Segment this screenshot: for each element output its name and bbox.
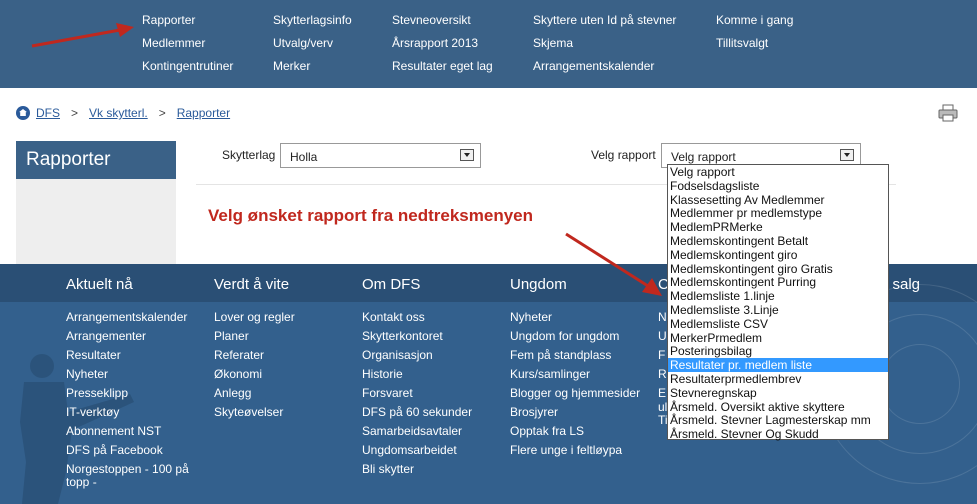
dropdown-option[interactable]: Medlemskontingent Purring [668, 275, 888, 290]
rapport-label: Velg rapport [591, 148, 656, 162]
footer-link[interactable]: topp - [66, 475, 97, 489]
home-icon[interactable] [16, 106, 30, 120]
footer-link[interactable]: Kurs/samlinger [510, 367, 590, 381]
footer-link[interactable]: R [658, 367, 667, 381]
dropdown-option[interactable]: MerkerPrmedlem [668, 331, 888, 345]
nav-tillitsvalgt[interactable]: Tillitsvalgt [716, 36, 768, 50]
nav-utvalg-verv[interactable]: Utvalg/verv [273, 36, 333, 50]
footer-link[interactable]: Organisasjon [362, 348, 433, 362]
footer-link[interactable]: Økonomi [214, 367, 262, 381]
nav-kontingentrutiner[interactable]: Kontingentrutiner [142, 59, 233, 73]
nav-arsrapport[interactable]: Årsrapport 2013 [392, 36, 478, 50]
dropdown-option[interactable]: Årsmeld. Stevner Og Skudd [668, 427, 888, 441]
footer-link[interactable]: Ungdom for ungdom [510, 329, 619, 343]
chevron-down-icon[interactable] [460, 149, 474, 161]
footer-link[interactable]: U [658, 329, 667, 343]
chevron-down-icon[interactable] [840, 149, 854, 161]
dropdown-option[interactable]: Resultaterprmedlembrev [668, 372, 888, 386]
footer-link[interactable]: Historie [362, 367, 403, 381]
breadcrumb-separator: > [158, 106, 166, 120]
footer-link[interactable]: Arrangementer [66, 329, 146, 343]
nav-skjema[interactable]: Skjema [533, 36, 573, 50]
footer-link[interactable]: Abonnement NST [66, 424, 161, 438]
rapport-dropdown-list[interactable]: Velg rapport Fodselsdagsliste Klassesettin… [667, 164, 889, 441]
nav-resultater-eget-lag[interactable]: Resultater eget lag [392, 59, 493, 73]
footer-link[interactable]: Presseklipp [66, 386, 128, 400]
skytterlag-select[interactable]: Holla [280, 143, 481, 168]
footer-heading-om-dfs: Om DFS [362, 276, 421, 293]
dropdown-option[interactable]: Velg rapport [668, 165, 888, 179]
dropdown-option[interactable]: Medlemsliste 3.Linje [668, 303, 888, 317]
nav-merker[interactable]: Merker [273, 59, 310, 73]
footer-link[interactable]: N [658, 310, 667, 324]
nav-rapporter[interactable]: Rapporter [142, 13, 195, 27]
sidebar-panel: Rapporter [16, 141, 176, 264]
breadcrumb-separator: > [71, 106, 79, 120]
footer-heading-ungdom: Ungdom [510, 276, 567, 293]
skytterlag-label: Skytterlag [222, 148, 276, 162]
skytterlag-value: Holla [290, 150, 318, 164]
footer-link[interactable]: Resultater [66, 348, 121, 362]
dropdown-option[interactable]: Medlemsliste 1.linje [668, 289, 888, 303]
top-navigation: Rapporter Medlemmer Kontingentrutiner Sk… [0, 0, 977, 88]
footer-link[interactable]: Brosjyrer [510, 405, 558, 419]
footer-link[interactable]: Forsvaret [362, 386, 413, 400]
dropdown-option[interactable]: Fodselsdagsliste [668, 179, 888, 193]
dropdown-option[interactable]: MedlemPRMerke [668, 220, 888, 234]
footer-link[interactable]: Nyheter [66, 367, 108, 381]
breadcrumb-vk-skytterlag[interactable]: Vk skytterl. [89, 106, 148, 120]
breadcrumb-dfs[interactable]: DFS [36, 106, 60, 120]
footer-link[interactable]: Planer [214, 329, 249, 343]
footer-link[interactable]: Samarbeidsavtaler [362, 424, 462, 438]
footer-link[interactable]: Ungdomsarbeidet [362, 443, 457, 457]
footer-heading-verdt: Verdt å vite [214, 276, 290, 293]
print-icon[interactable] [938, 104, 958, 122]
footer-link[interactable]: Blogger og hjemmesider [510, 386, 640, 400]
footer-link[interactable]: E [658, 386, 666, 400]
footer-link[interactable]: Norgestoppen - 100 på [66, 462, 189, 476]
footer-link[interactable]: Nyheter [510, 310, 552, 324]
dropdown-option[interactable]: Medlemskontingent giro Gratis [668, 262, 888, 276]
breadcrumb-rapporter[interactable]: Rapporter [177, 106, 230, 120]
dropdown-option[interactable]: Årsmeld. Stevner Lagmesterskap mm [668, 413, 888, 428]
footer-link[interactable]: DFS på Facebook [66, 443, 163, 457]
breadcrumb: DFS > Vk skytterl. > Rapporter [16, 106, 230, 120]
footer-link[interactable]: Lover og regler [214, 310, 295, 324]
footer-link[interactable]: Referater [214, 348, 264, 362]
nav-skyttere-uten-id[interactable]: Skyttere uten Id på stevner [533, 13, 676, 27]
dropdown-option[interactable]: Medlemskontingent giro [668, 248, 888, 262]
footer-link[interactable]: Flere unge i feltløypa [510, 443, 622, 457]
footer-link[interactable]: Opptak fra LS [510, 424, 584, 438]
footer-link[interactable]: Bli skytter [362, 462, 414, 476]
footer-link[interactable]: Arrangementskalender [66, 310, 187, 324]
footer-link[interactable]: Fem på standplass [510, 348, 611, 362]
dropdown-option[interactable]: Resultater pr. medlem liste [668, 358, 888, 372]
nav-arrangementskalender[interactable]: Arrangementskalender [533, 59, 654, 73]
nav-komme-i-gang[interactable]: Komme i gang [716, 13, 793, 27]
footer-link[interactable]: Skyteøvelser [214, 405, 283, 419]
dropdown-option[interactable]: Medlemsliste CSV [668, 317, 888, 331]
dropdown-option[interactable]: Medlemmer pr medlemstype [668, 206, 888, 221]
sidebar-title: Rapporter [16, 141, 176, 179]
footer-link[interactable]: Skytterkontoret [362, 329, 443, 343]
footer-link[interactable]: Kontakt oss [362, 310, 425, 324]
dropdown-option[interactable]: Klassesetting Av Medlemmer [668, 193, 888, 207]
instruction-text: Velg ønsket rapport fra nedtreksmenyen [208, 206, 533, 225]
dropdown-option[interactable]: Posteringsbilag [668, 344, 888, 359]
footer-link[interactable]: DFS på 60 sekunder [362, 405, 472, 419]
nav-medlemmer[interactable]: Medlemmer [142, 36, 205, 50]
nav-stevneoversikt[interactable]: Stevneoversikt [392, 13, 471, 27]
dropdown-option[interactable]: Stevneregnskap [668, 386, 888, 400]
target-decoration [880, 344, 960, 424]
footer-link[interactable]: F [658, 348, 665, 362]
footer-heading-aktuelt: Aktuelt nå [66, 276, 133, 293]
dropdown-option[interactable]: Medlemskontingent Betalt [668, 234, 888, 248]
footer-link[interactable]: ul [658, 400, 667, 414]
dropdown-option[interactable]: Årsmeld. Oversikt aktive skyttere [668, 400, 888, 414]
rapport-value: Velg rapport [671, 150, 736, 164]
nav-skytterlagsinfo[interactable]: Skytterlagsinfo [273, 13, 352, 27]
footer-link[interactable]: IT-verktøy [66, 405, 119, 419]
footer-link[interactable]: Anlegg [214, 386, 251, 400]
